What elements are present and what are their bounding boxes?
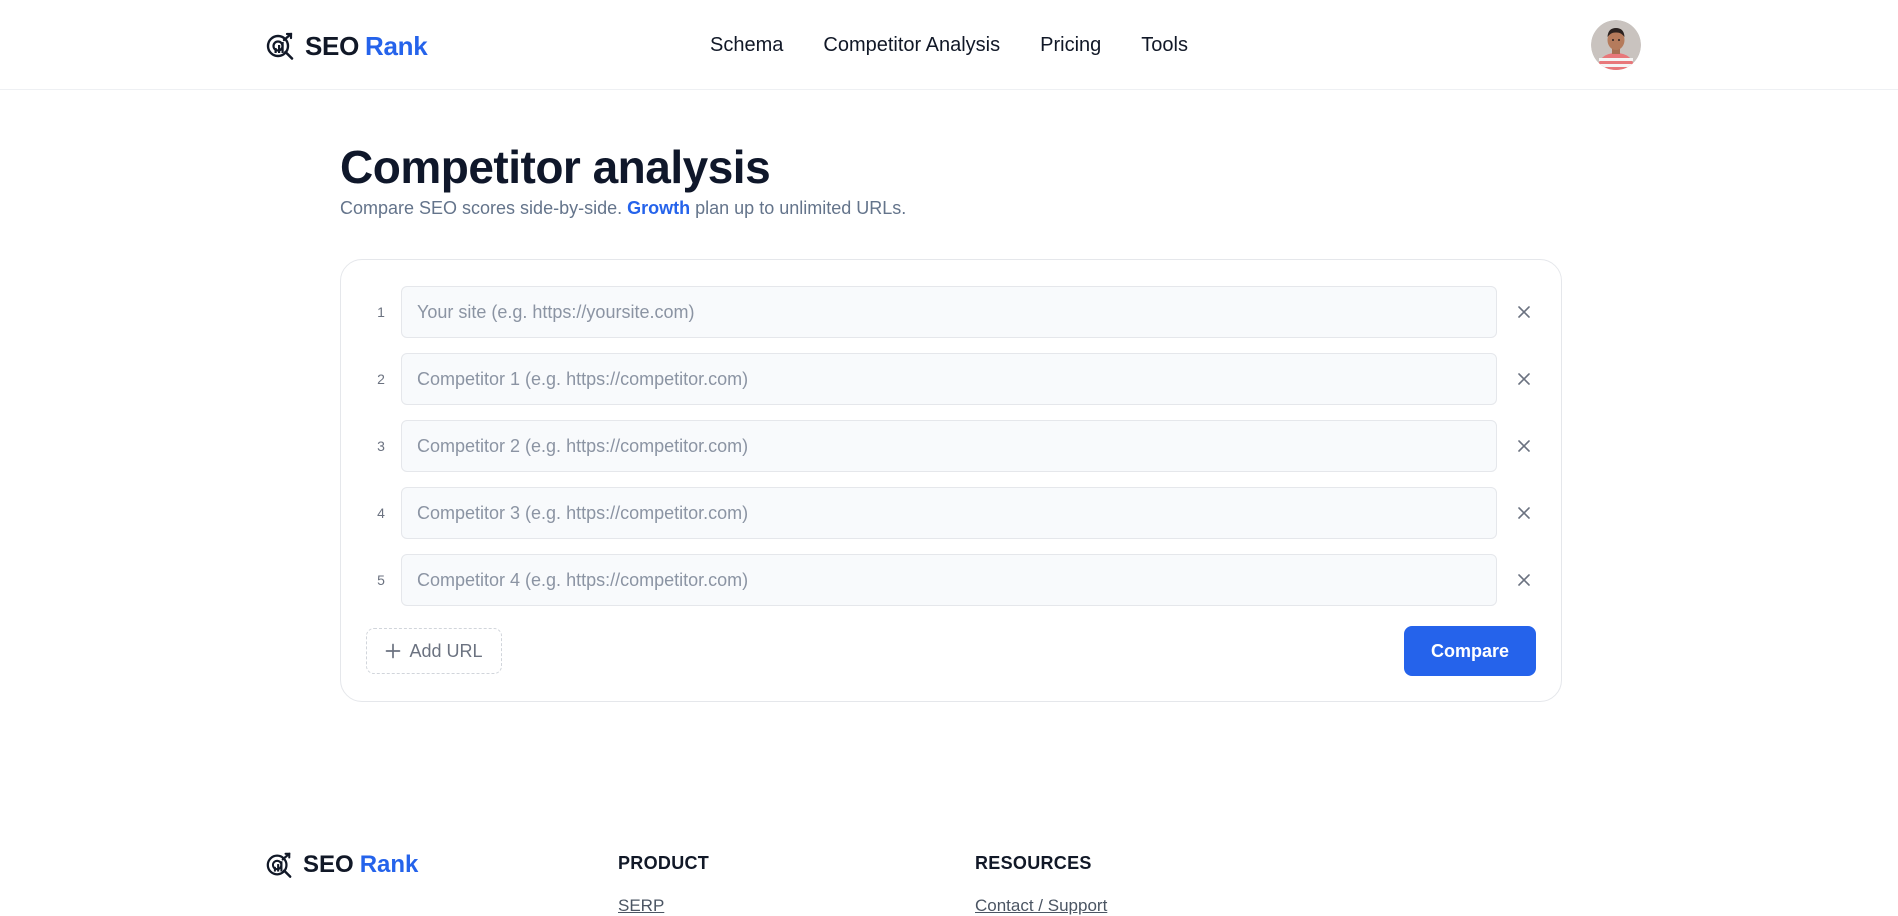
- url-row: 5: [341, 554, 1563, 606]
- footer-heading-resources: RESOURCES: [975, 853, 1092, 873]
- brand-name-seo: SEO: [305, 30, 360, 61]
- row-number: 4: [377, 505, 385, 521]
- url-row: 3: [341, 420, 1563, 472]
- nav-competitor-analysis[interactable]: Competitor Analysis: [823, 34, 1000, 57]
- remove-url-button[interactable]: [1510, 298, 1538, 326]
- nav-schema[interactable]: Schema: [710, 34, 783, 57]
- page-title: Competitor analysis: [340, 141, 771, 193]
- add-url-label: Add URL: [409, 640, 483, 661]
- footer-brand-seo: SEO: [303, 851, 354, 878]
- footer-link-serp[interactable]: SERP: [618, 896, 664, 916]
- footer-link-contact-support[interactable]: Contact / Support: [975, 896, 1107, 916]
- close-icon: [1518, 507, 1530, 519]
- user-avatar[interactable]: [1591, 20, 1641, 70]
- page-subtitle: Compare SEO scores side-by-side. Growth …: [340, 198, 906, 219]
- seo-rank-logo-icon: [266, 852, 292, 878]
- competitor-url-form: 1 2 3 4: [340, 259, 1562, 702]
- url-row: 4: [341, 487, 1563, 539]
- add-url-button[interactable]: Add URL: [366, 628, 502, 674]
- remove-url-button[interactable]: [1510, 499, 1538, 527]
- brand-logo[interactable]: SEO Rank: [265, 28, 428, 64]
- url-row: 1: [341, 286, 1563, 338]
- seo-rank-logo-icon: [266, 32, 294, 60]
- growth-plan-link[interactable]: Growth: [627, 198, 690, 218]
- footer-heading-product: PRODUCT: [618, 853, 710, 873]
- close-icon: [1518, 574, 1530, 586]
- nav-tools[interactable]: Tools: [1141, 34, 1188, 57]
- competitor-1-url-input[interactable]: [401, 353, 1497, 405]
- row-number: 1: [377, 304, 385, 320]
- competitor-4-url-input[interactable]: [401, 554, 1497, 606]
- competitor-2-url-input[interactable]: [401, 420, 1497, 472]
- footer-brand-rank: Rank: [359, 851, 419, 878]
- plus-icon: [386, 643, 401, 659]
- nav-pricing[interactable]: Pricing: [1040, 34, 1101, 57]
- top-navigation-bar: SEO Rank Schema Competitor Analysis Pric…: [0, 0, 1898, 90]
- user-avatar-icon: [1591, 20, 1641, 70]
- close-icon: [1518, 306, 1530, 318]
- row-number: 5: [377, 572, 385, 588]
- remove-url-button[interactable]: [1510, 566, 1538, 594]
- subtitle-text: Compare SEO scores side-by-side.: [340, 198, 623, 218]
- row-number: 3: [377, 438, 385, 454]
- row-number: 2: [377, 371, 385, 387]
- compare-button[interactable]: Compare: [1404, 626, 1536, 676]
- brand-name-rank: Rank: [365, 30, 428, 61]
- close-icon: [1518, 440, 1530, 452]
- close-icon: [1518, 373, 1530, 385]
- remove-url-button[interactable]: [1510, 432, 1538, 460]
- url-row: 2: [341, 353, 1563, 405]
- subtitle-text-end: plan up to unlimited URLs.: [695, 198, 907, 218]
- footer-brand-logo[interactable]: SEO Rank: [265, 851, 418, 879]
- remove-url-button[interactable]: [1510, 365, 1538, 393]
- competitor-3-url-input[interactable]: [401, 487, 1497, 539]
- your-site-url-input[interactable]: [401, 286, 1497, 338]
